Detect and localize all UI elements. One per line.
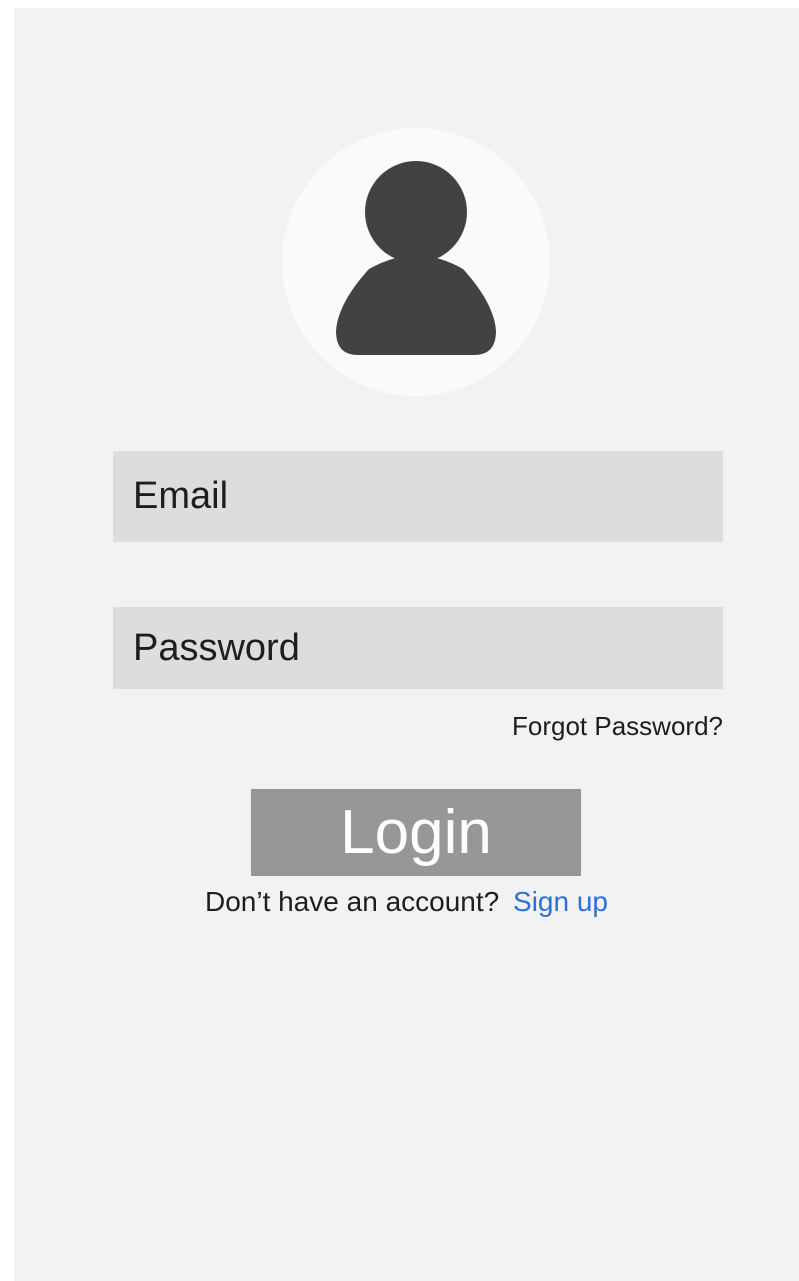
login-screen: Email Password Forgot Password? Login Do… <box>14 8 799 1281</box>
login-button-label: Login <box>340 798 492 867</box>
password-placeholder: Password <box>133 626 300 669</box>
no-account-text: Don’t have an account? <box>205 886 500 917</box>
login-button[interactable]: Login <box>251 789 581 876</box>
sign-up-link[interactable]: Sign up <box>513 886 608 917</box>
email-placeholder: Email <box>133 475 229 517</box>
signup-prompt: Don’t have an account? Sign up <box>14 886 799 918</box>
email-field[interactable]: Email <box>113 451 723 542</box>
password-field[interactable]: Password <box>113 607 723 689</box>
avatar <box>282 128 550 396</box>
forgot-password-link[interactable]: Forgot Password? <box>512 711 723 742</box>
person-icon <box>336 157 496 355</box>
